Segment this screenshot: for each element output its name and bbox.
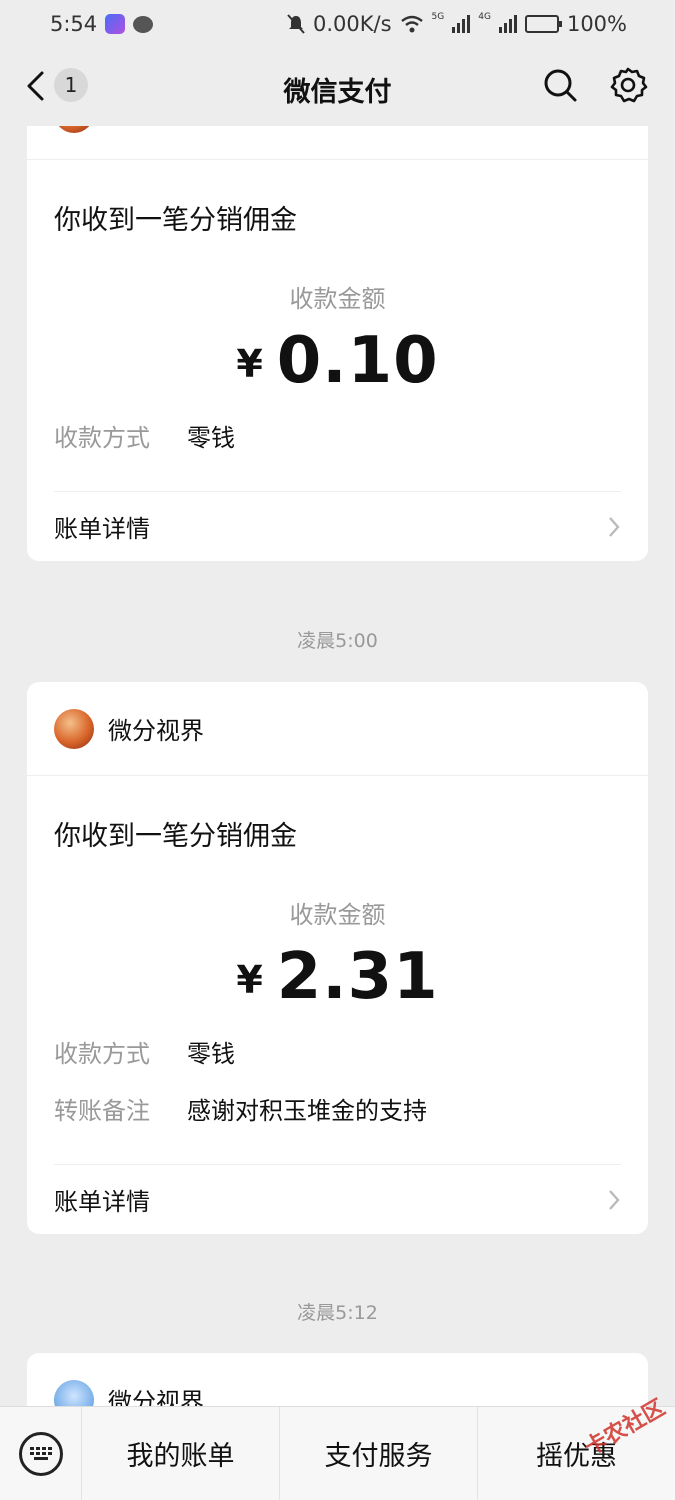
search-icon[interactable] xyxy=(541,66,579,104)
battery-percent: 100% xyxy=(566,12,627,36)
currency-symbol: ¥ xyxy=(236,958,263,1002)
wifi-icon xyxy=(400,15,423,33)
message-list[interactable]: 你收到一笔分销佣金 收款金额 ¥ 0.10 收款方式 零钱 账单详情 凌晨5:0… xyxy=(0,126,675,1406)
timestamp: 凌晨5:00 xyxy=(297,630,378,652)
timestamp: 凌晨5:12 xyxy=(297,1302,378,1324)
card-header: 微分视界 xyxy=(27,1353,648,1406)
remark-value: 感谢对积玉堆金的支持 xyxy=(187,1097,427,1125)
menu-payment-services[interactable]: 支付服务 xyxy=(280,1406,478,1500)
menu-my-bills[interactable]: 我的账单 xyxy=(82,1406,280,1500)
signal-5g-icon xyxy=(452,15,471,33)
amount-value: 0.10 xyxy=(276,324,439,398)
status-right: 0.00K/s 5G 4G 100% xyxy=(287,12,627,36)
amount: ¥ 0.10 xyxy=(27,326,648,396)
payment-card: 微分视界 你收到一笔分销佣金 收款金额 ¥ 2.31 收款方式 零钱 转账备注 … xyxy=(27,682,648,1234)
sender-avatar[interactable] xyxy=(54,708,94,749)
notice-title: 你收到一笔分销佣金 xyxy=(54,205,297,236)
sender-name: 微分视界 xyxy=(108,1388,204,1406)
battery-icon xyxy=(524,15,562,33)
keyboard-toggle-button[interactable] xyxy=(0,1406,82,1500)
bill-detail-label: 账单详情 xyxy=(54,1188,150,1216)
amount-label: 收款金额 xyxy=(289,901,386,929)
card-header xyxy=(27,126,648,160)
net-5g-label: 5G xyxy=(431,12,445,22)
method-key: 收款方式 xyxy=(54,1040,150,1068)
payment-card: 微分视界 xyxy=(27,1353,648,1406)
currency-symbol: ¥ xyxy=(236,342,263,386)
sender-name: 微分视界 xyxy=(108,717,204,745)
method-key: 收款方式 xyxy=(54,424,150,452)
signal-4g-icon xyxy=(498,15,517,33)
amount-value: 2.31 xyxy=(276,940,439,1014)
remark-key: 转账备注 xyxy=(54,1097,150,1125)
status-left: 5:54 xyxy=(50,12,154,36)
net-speed: 0.00K/s xyxy=(313,12,392,36)
payment-method-row: 收款方式 零钱 xyxy=(27,418,648,453)
method-value: 零钱 xyxy=(187,1040,235,1068)
payment-card: 你收到一笔分销佣金 收款金额 ¥ 0.10 收款方式 零钱 账单详情 xyxy=(27,126,648,561)
sender-avatar[interactable] xyxy=(54,126,94,133)
chevron-right-icon xyxy=(609,516,620,537)
status-time: 5:54 xyxy=(50,12,98,36)
card-header: 微分视界 xyxy=(27,682,648,776)
message-notification-icon xyxy=(133,15,154,33)
bill-detail-row[interactable]: 账单详情 xyxy=(54,491,621,561)
bottom-menu-bar: 我的账单 支付服务 摇优惠 xyxy=(0,1406,675,1500)
notice-title: 你收到一笔分销佣金 xyxy=(54,821,297,852)
amount-label: 收款金额 xyxy=(289,285,386,313)
keyboard-icon xyxy=(18,1431,63,1476)
gear-icon[interactable] xyxy=(608,65,648,105)
net-4g-label: 4G xyxy=(478,12,491,22)
payment-method-row: 收款方式 零钱 xyxy=(27,1034,648,1069)
app-notification-icon xyxy=(105,14,126,34)
chevron-right-icon xyxy=(609,1189,620,1210)
amount: ¥ 2.31 xyxy=(27,942,648,1012)
remark-row: 转账备注 感谢对积玉堆金的支持 xyxy=(27,1091,648,1126)
sender-avatar[interactable] xyxy=(54,1379,94,1406)
bill-detail-label: 账单详情 xyxy=(54,515,150,543)
bill-detail-row[interactable]: 账单详情 xyxy=(54,1164,621,1234)
status-bar: 5:54 0.00K/s 5G 4G 100% xyxy=(0,0,675,48)
mute-bell-icon xyxy=(287,14,305,34)
method-value: 零钱 xyxy=(187,424,235,452)
nav-bar: 1 微信支付 xyxy=(0,48,675,126)
